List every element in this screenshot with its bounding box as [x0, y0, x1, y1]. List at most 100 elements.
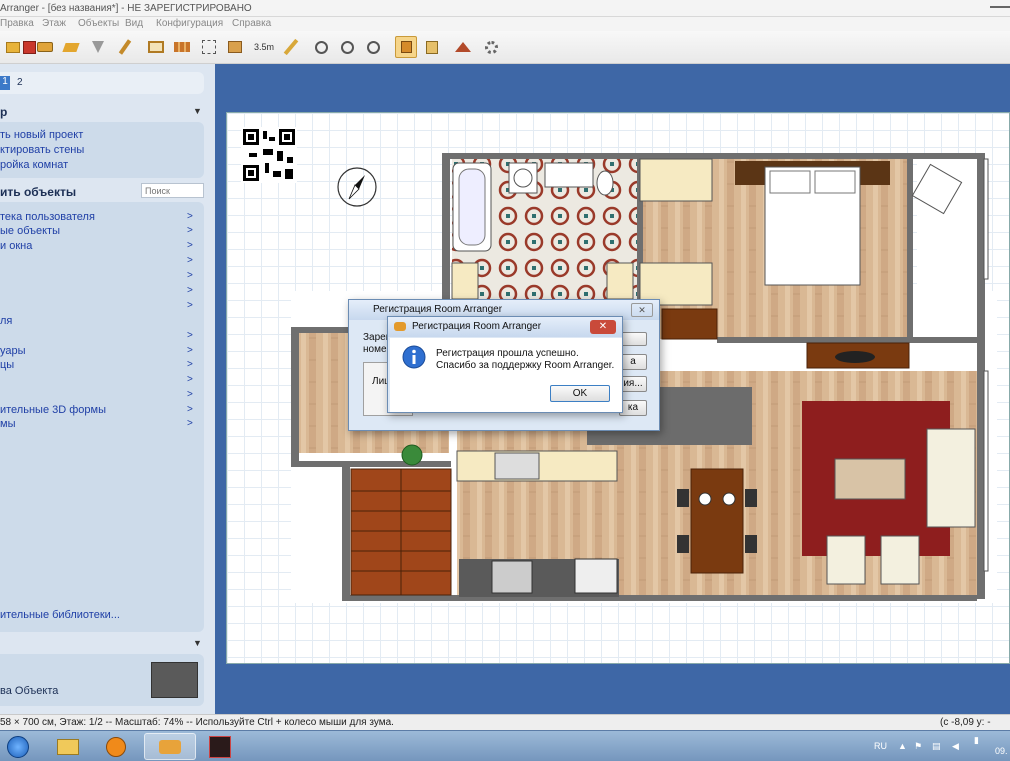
- menu-bar: Правка Этаж Объекты Вид Конфигурация Спр…: [0, 17, 1010, 31]
- dialog-close-button[interactable]: ✕: [590, 320, 616, 334]
- dialog-back-title: Регистрация Room Arranger: [373, 304, 503, 315]
- media-player-icon[interactable]: [96, 733, 136, 760]
- dialog-back-button-1[interactable]: [619, 332, 647, 346]
- settings-icon[interactable]: [480, 36, 502, 58]
- chevron-right-icon[interactable]: >: [187, 285, 193, 296]
- category-3d-shapes[interactable]: ительные 3D формы: [0, 404, 106, 416]
- collapse-arrow-icon[interactable]: ▼: [193, 638, 202, 648]
- chevron-right-icon[interactable]: >: [187, 270, 193, 281]
- dimension-icon[interactable]: 3.5m: [250, 36, 278, 58]
- menu-help[interactable]: Справка: [232, 18, 271, 29]
- chevron-right-icon: >: [187, 211, 193, 222]
- chevron-right-icon[interactable]: >: [187, 374, 193, 385]
- chevron-right-icon: >: [187, 418, 193, 429]
- 3d-house-icon[interactable]: [452, 36, 474, 58]
- window-title: Arranger - [без названия*] - НЕ ЗАРЕГИСТ…: [0, 3, 252, 14]
- category-forms[interactable]: мы: [0, 418, 15, 430]
- objects-section-title[interactable]: ить объекты: [0, 185, 76, 199]
- battery-icon[interactable]: ▮: [974, 735, 979, 746]
- title-bar: Arranger - [без названия*] - НЕ ЗАРЕГИСТ…: [0, 0, 1010, 17]
- objects-panel: тека пользователя > ые объекты > и окна > >…: [0, 202, 204, 632]
- category-stairs[interactable]: цы: [0, 359, 14, 371]
- flag-icon[interactable]: ▲: [898, 741, 907, 751]
- category-doors-windows[interactable]: и окна: [0, 240, 32, 252]
- select-icon[interactable]: [87, 36, 109, 58]
- dialog-back-close-button[interactable]: ✕: [631, 303, 653, 317]
- resize-icon[interactable]: [198, 36, 220, 58]
- chevron-right-icon: >: [187, 404, 193, 415]
- menu-edit[interactable]: Правка: [0, 18, 34, 29]
- category-aquariums[interactable]: уары: [0, 345, 26, 357]
- volume-icon[interactable]: ◀: [952, 741, 959, 752]
- status-text: 58 × 700 см, Этаж: 1/2 -- Масштаб: 74% -…: [0, 717, 394, 728]
- dialog-back-button-4[interactable]: ка: [619, 400, 647, 416]
- floor-tab-2[interactable]: 2: [17, 77, 23, 88]
- menu-floor[interactable]: Этаж: [42, 18, 66, 29]
- dialog-title: Регистрация Room Arranger: [412, 321, 542, 332]
- registration-dialog: Регистрация Room Arranger ✕ Регистрация …: [387, 316, 623, 413]
- language-indicator[interactable]: RU: [874, 741, 887, 751]
- object-properties-label: ва Объекта: [0, 685, 59, 697]
- status-bar: 58 × 700 см, Этаж: 1/2 -- Масштаб: 74% -…: [0, 714, 1010, 730]
- category-basic-objects[interactable]: ые объекты: [0, 225, 60, 237]
- chevron-right-icon[interactable]: >: [187, 330, 193, 341]
- wall-icon[interactable]: [171, 36, 193, 58]
- dialog-message-line2: Спасибо за поддержку Room Arranger.: [436, 360, 615, 371]
- 2d-view-icon[interactable]: [395, 36, 417, 58]
- chevron-right-icon[interactable]: >: [187, 389, 193, 400]
- ok-button[interactable]: OK: [550, 385, 610, 402]
- action-center-icon[interactable]: ⚑: [914, 741, 922, 752]
- collapse-arrow-icon[interactable]: ▼: [193, 106, 202, 116]
- chevron-right-icon[interactable]: >: [187, 300, 193, 311]
- chevron-right-icon[interactable]: >: [187, 255, 193, 266]
- dialog-back-button-2[interactable]: а: [619, 354, 647, 370]
- game-icon[interactable]: [204, 733, 236, 760]
- toolbar: 3.5m: [0, 31, 1010, 64]
- info-icon: [402, 345, 426, 369]
- tasks-section-title[interactable]: р: [0, 105, 7, 119]
- network-icon[interactable]: ▤: [932, 741, 941, 752]
- extra-libraries-link[interactable]: ительные библиотеки...: [0, 609, 120, 621]
- dialog-titlebar: Регистрация Room Arranger: [388, 317, 622, 337]
- floor-tab-1[interactable]: 1: [0, 76, 10, 90]
- box-icon[interactable]: [224, 36, 246, 58]
- start-button[interactable]: [0, 733, 36, 760]
- zoom-out-icon[interactable]: [362, 36, 384, 58]
- dialog-back-text1: Зарег: [363, 332, 390, 343]
- object-color-swatch[interactable]: [151, 662, 198, 698]
- 3d-objects-icon[interactable]: [421, 36, 443, 58]
- room-setup-link[interactable]: ройка комнат: [0, 159, 68, 171]
- chevron-right-icon: >: [187, 345, 193, 356]
- menu-view[interactable]: Вид: [125, 18, 143, 29]
- clock[interactable]: 09.: [995, 746, 1008, 756]
- zoom-fit-icon[interactable]: [310, 36, 332, 58]
- menu-objects[interactable]: Объекты: [78, 18, 119, 29]
- new-project-link[interactable]: ть новый проект: [0, 129, 83, 141]
- print-icon[interactable]: [34, 36, 56, 58]
- objects-search-input[interactable]: [141, 183, 204, 198]
- zoom-in-icon[interactable]: [336, 36, 358, 58]
- dimension-label: 3.5m: [253, 42, 274, 52]
- minimize-button[interactable]: [990, 4, 1010, 8]
- taskbar: RU ▲ ⚑ ▤ ◀ ▮ 09.: [0, 730, 1010, 761]
- explorer-icon[interactable]: [48, 733, 88, 760]
- menu-configuration[interactable]: Конфигурация: [156, 18, 223, 29]
- dialog-message-line1: Регистрация прошла успешно.: [436, 348, 579, 359]
- brush-icon[interactable]: [114, 36, 136, 58]
- dialog-back-button-3[interactable]: ия...: [619, 376, 647, 392]
- chevron-right-icon: >: [187, 225, 193, 236]
- room-icon[interactable]: [145, 36, 167, 58]
- tasks-panel: ть новый проект ктировать стены ройка ко…: [0, 122, 204, 178]
- category-user-library[interactable]: тека пользователя: [0, 211, 95, 223]
- room-arranger-icon[interactable]: [144, 733, 196, 760]
- floor-tabs: 1 2: [0, 72, 204, 94]
- edit-walls-link[interactable]: ктировать стены: [0, 144, 84, 156]
- chevron-right-icon: >: [187, 359, 193, 370]
- paint-icon[interactable]: [60, 36, 82, 58]
- category-la[interactable]: ля: [0, 315, 12, 327]
- ruler-icon[interactable]: [280, 36, 302, 58]
- status-coordinates: (c -8,09 у: -: [940, 717, 991, 728]
- sidebar: 1 2 р ▼ ть новый проект ктировать стены …: [0, 64, 215, 714]
- app-logo-icon: [394, 322, 406, 331]
- chevron-right-icon: >: [187, 240, 193, 251]
